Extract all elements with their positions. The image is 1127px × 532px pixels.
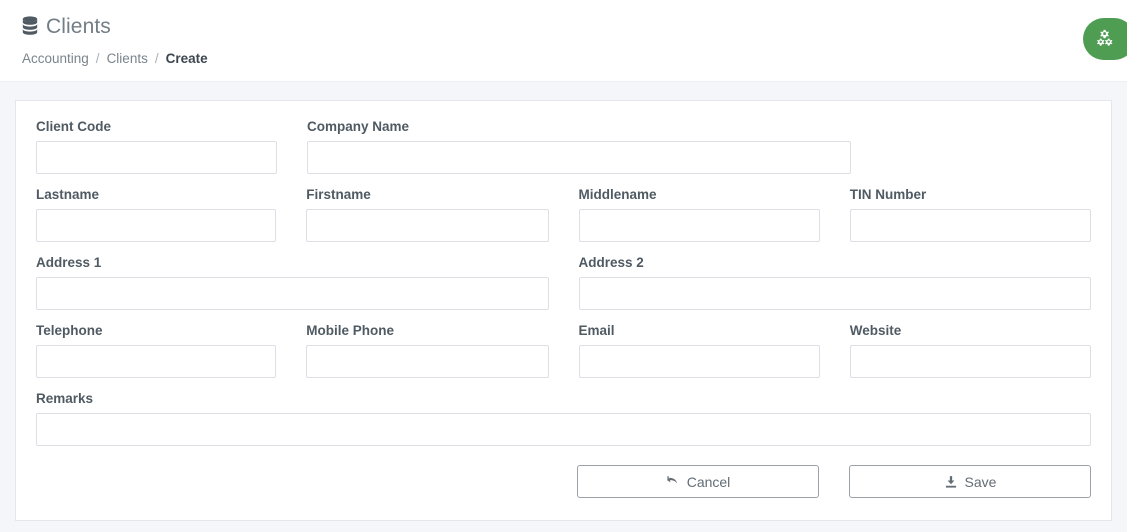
form-row-remarks: Remarks [36,391,1091,446]
field-tin-number: TIN Number [849,187,1091,242]
breadcrumb-separator: / [95,51,100,66]
client-create-form-card: Client Code Company Name Lastname Firstn… [15,100,1112,521]
email-label: Email [578,323,615,338]
client-code-label: Client Code [36,119,112,134]
lastname-input[interactable] [36,209,277,242]
form-row-identity: Client Code Company Name [36,119,1091,174]
telephone-input[interactable] [36,345,277,378]
remarks-label: Remarks [36,391,94,406]
field-client-code: Client Code [36,119,307,174]
save-button[interactable]: Save [849,465,1091,498]
mobile-phone-input[interactable] [306,345,549,378]
save-button-label: Save [964,473,997,490]
company-name-label: Company Name [307,119,410,134]
address2-label: Address 2 [578,255,644,270]
address2-input[interactable] [578,277,1091,310]
field-email: Email [578,323,850,378]
company-name-input[interactable] [307,141,851,174]
field-firstname: Firstname [306,187,578,242]
settings-button[interactable] [1083,18,1127,60]
middlename-input[interactable] [578,209,820,242]
form-row-name: Lastname Firstname Middlename TIN Number [36,187,1091,242]
field-middlename: Middlename [578,187,850,242]
remarks-input[interactable] [36,413,1091,446]
field-website: Website [849,323,1091,378]
cancel-button[interactable]: Cancel [577,465,819,498]
content-area: Client Code Company Name Lastname Firstn… [0,82,1127,521]
lastname-label: Lastname [36,187,100,202]
field-remarks: Remarks [36,391,1091,446]
form-row-contact: Telephone Mobile Phone Email Website [36,323,1091,378]
breadcrumb-item-accounting[interactable]: Accounting [22,51,89,66]
field-telephone: Telephone [36,323,306,378]
breadcrumb-separator: / [154,51,159,66]
field-mobile-phone: Mobile Phone [306,323,578,378]
tin-number-label: TIN Number [849,187,927,202]
breadcrumb-item-clients[interactable]: Clients [107,51,148,66]
field-lastname: Lastname [36,187,306,242]
database-icon [22,16,38,36]
client-code-input[interactable] [36,141,277,174]
website-label: Website [849,323,902,338]
cancel-button-label: Cancel [686,473,731,490]
gears-icon [1095,29,1115,49]
firstname-label: Firstname [306,187,371,202]
firstname-input[interactable] [306,209,549,242]
page-title: Clients [46,14,111,38]
field-address2: Address 2 [578,255,1091,310]
page-title-row: Clients [22,10,1105,42]
address1-label: Address 1 [36,255,102,270]
tin-number-input[interactable] [849,209,1091,242]
address1-input[interactable] [36,277,549,310]
website-input[interactable] [849,345,1091,378]
field-company-name: Company Name [307,119,851,174]
breadcrumb: Accounting / Clients / Create [22,51,1105,66]
telephone-label: Telephone [36,323,103,338]
download-icon [944,475,958,489]
form-actions: Cancel Save [36,465,1091,498]
form-row-address: Address 1 Address 2 [36,255,1091,310]
mobile-phone-label: Mobile Phone [306,323,394,338]
page-header: Clients Accounting / Clients / Create [0,0,1127,82]
field-address1: Address 1 [36,255,579,310]
breadcrumb-item-create: Create [165,51,208,66]
reply-arrow-icon [666,475,680,489]
middlename-label: Middlename [578,187,657,202]
email-input[interactable] [578,345,820,378]
